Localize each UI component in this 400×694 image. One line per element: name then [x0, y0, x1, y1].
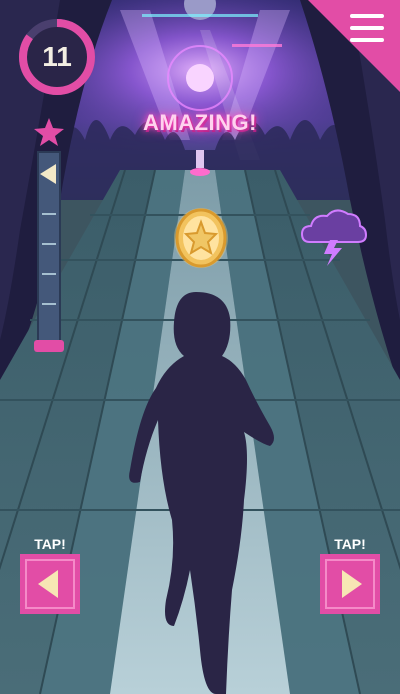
timer: 11 [18, 18, 96, 96]
arrow-left-icon [25, 559, 75, 609]
right-arrow-button[interactable] [320, 554, 380, 614]
left-arrow-button[interactable] [20, 554, 80, 614]
arrow-right-icon [325, 559, 375, 609]
star-icon [34, 118, 64, 146]
feedback-text: AMAZING! [143, 110, 257, 135]
menu-button[interactable] [308, 0, 400, 92]
game-scene[interactable]: 11 AMAZING! TAP! TAP! [0, 0, 400, 694]
progress-meter [34, 118, 64, 352]
right-tap-label: TAP! [334, 536, 366, 552]
timer-value: 11 [42, 41, 72, 72]
star-coin-icon [174, 208, 228, 268]
storm-cloud-icon [300, 209, 368, 266]
left-tap-label: TAP! [34, 536, 66, 552]
hamburger-menu-icon [350, 14, 384, 42]
